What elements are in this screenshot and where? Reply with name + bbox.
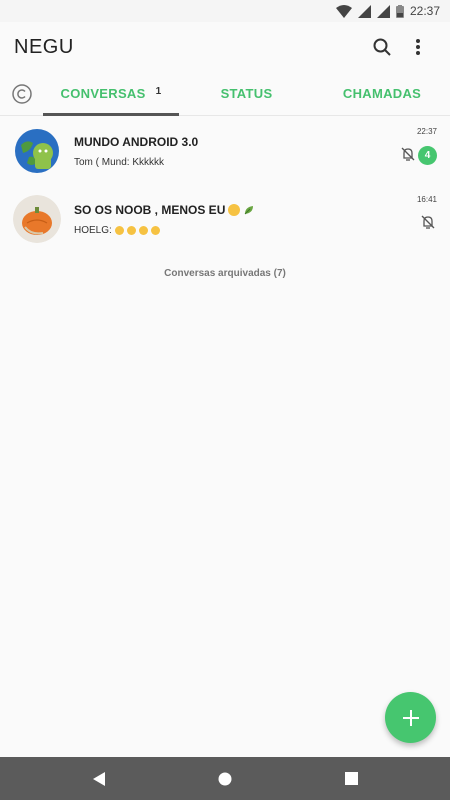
chat-message: HOELG: — [74, 224, 112, 236]
leaf-emoji-icon — [245, 205, 254, 214]
status-bar: 22:37 — [0, 0, 450, 22]
back-button[interactable] — [79, 759, 119, 799]
tab-bar: CONVERSAS 1 STATUS CHAMADAS — [0, 72, 450, 116]
tab-conversas-label: CONVERSAS — [60, 86, 146, 101]
recents-button[interactable] — [331, 759, 371, 799]
more-vert-icon — [416, 39, 420, 55]
globe-android-avatar[interactable] — [13, 127, 61, 175]
signal-icon-2 — [376, 4, 390, 18]
wifi-icon — [335, 4, 352, 18]
plus-icon — [402, 709, 419, 726]
tab-conversas[interactable]: CONVERSAS 1 — [43, 72, 179, 116]
muted-icon — [401, 147, 415, 161]
smirk-emoji-icon — [228, 203, 241, 216]
tab-chamadas[interactable]: CHAMADAS — [314, 72, 450, 115]
app-bar: NEGU — [0, 22, 450, 72]
pumpkin-avatar-icon — [13, 195, 61, 243]
archived-chats-link[interactable]: Conversas arquivadas (7) — [0, 268, 450, 279]
chat-time: 16:41 — [416, 195, 437, 204]
home-icon — [218, 772, 232, 785]
laughing-emoji-icon — [138, 225, 148, 235]
tab-status[interactable]: STATUS — [179, 72, 314, 115]
home-button[interactable] — [205, 759, 245, 799]
unread-badge: 4 — [418, 146, 437, 165]
chat-time: 22:37 — [416, 127, 437, 136]
chat-row[interactable]: SO OS NOOB , MENOS EU HOELG: 16:41 — [0, 185, 450, 253]
search-icon — [373, 38, 391, 56]
recents-icon — [344, 772, 358, 785]
camera-icon — [11, 83, 32, 104]
laughing-emoji-icon — [114, 225, 124, 235]
system-nav-bar — [0, 757, 450, 800]
tab-status-label: STATUS — [220, 86, 273, 101]
app-title: NEGU — [14, 35, 74, 58]
new-chat-fab[interactable] — [385, 692, 436, 743]
chat-name: SO OS NOOB , MENOS EU — [74, 202, 226, 217]
tab-conversas-badge: 1 — [155, 86, 162, 97]
laughing-emoji-icon — [150, 225, 160, 235]
laughing-emoji-icon — [126, 225, 136, 235]
tab-chamadas-label: CHAMADAS — [342, 86, 422, 101]
search-button[interactable] — [364, 29, 400, 65]
battery-icon — [395, 4, 404, 18]
status-time: 22:37 — [409, 4, 440, 18]
overflow-menu-button[interactable] — [400, 29, 436, 65]
tab-camera[interactable] — [0, 72, 43, 115]
chat-row[interactable]: MUNDO ANDROID 3.0 Tom ( Mund: Kkkkkk 22:… — [0, 117, 450, 185]
chat-list: MUNDO ANDROID 3.0 Tom ( Mund: Kkkkkk 22:… — [0, 117, 450, 253]
muted-icon — [421, 215, 435, 229]
signal-icon — [357, 4, 371, 18]
pumpkin-avatar[interactable] — [13, 195, 61, 243]
globe-android-avatar-icon — [15, 129, 59, 173]
back-icon — [93, 771, 105, 786]
